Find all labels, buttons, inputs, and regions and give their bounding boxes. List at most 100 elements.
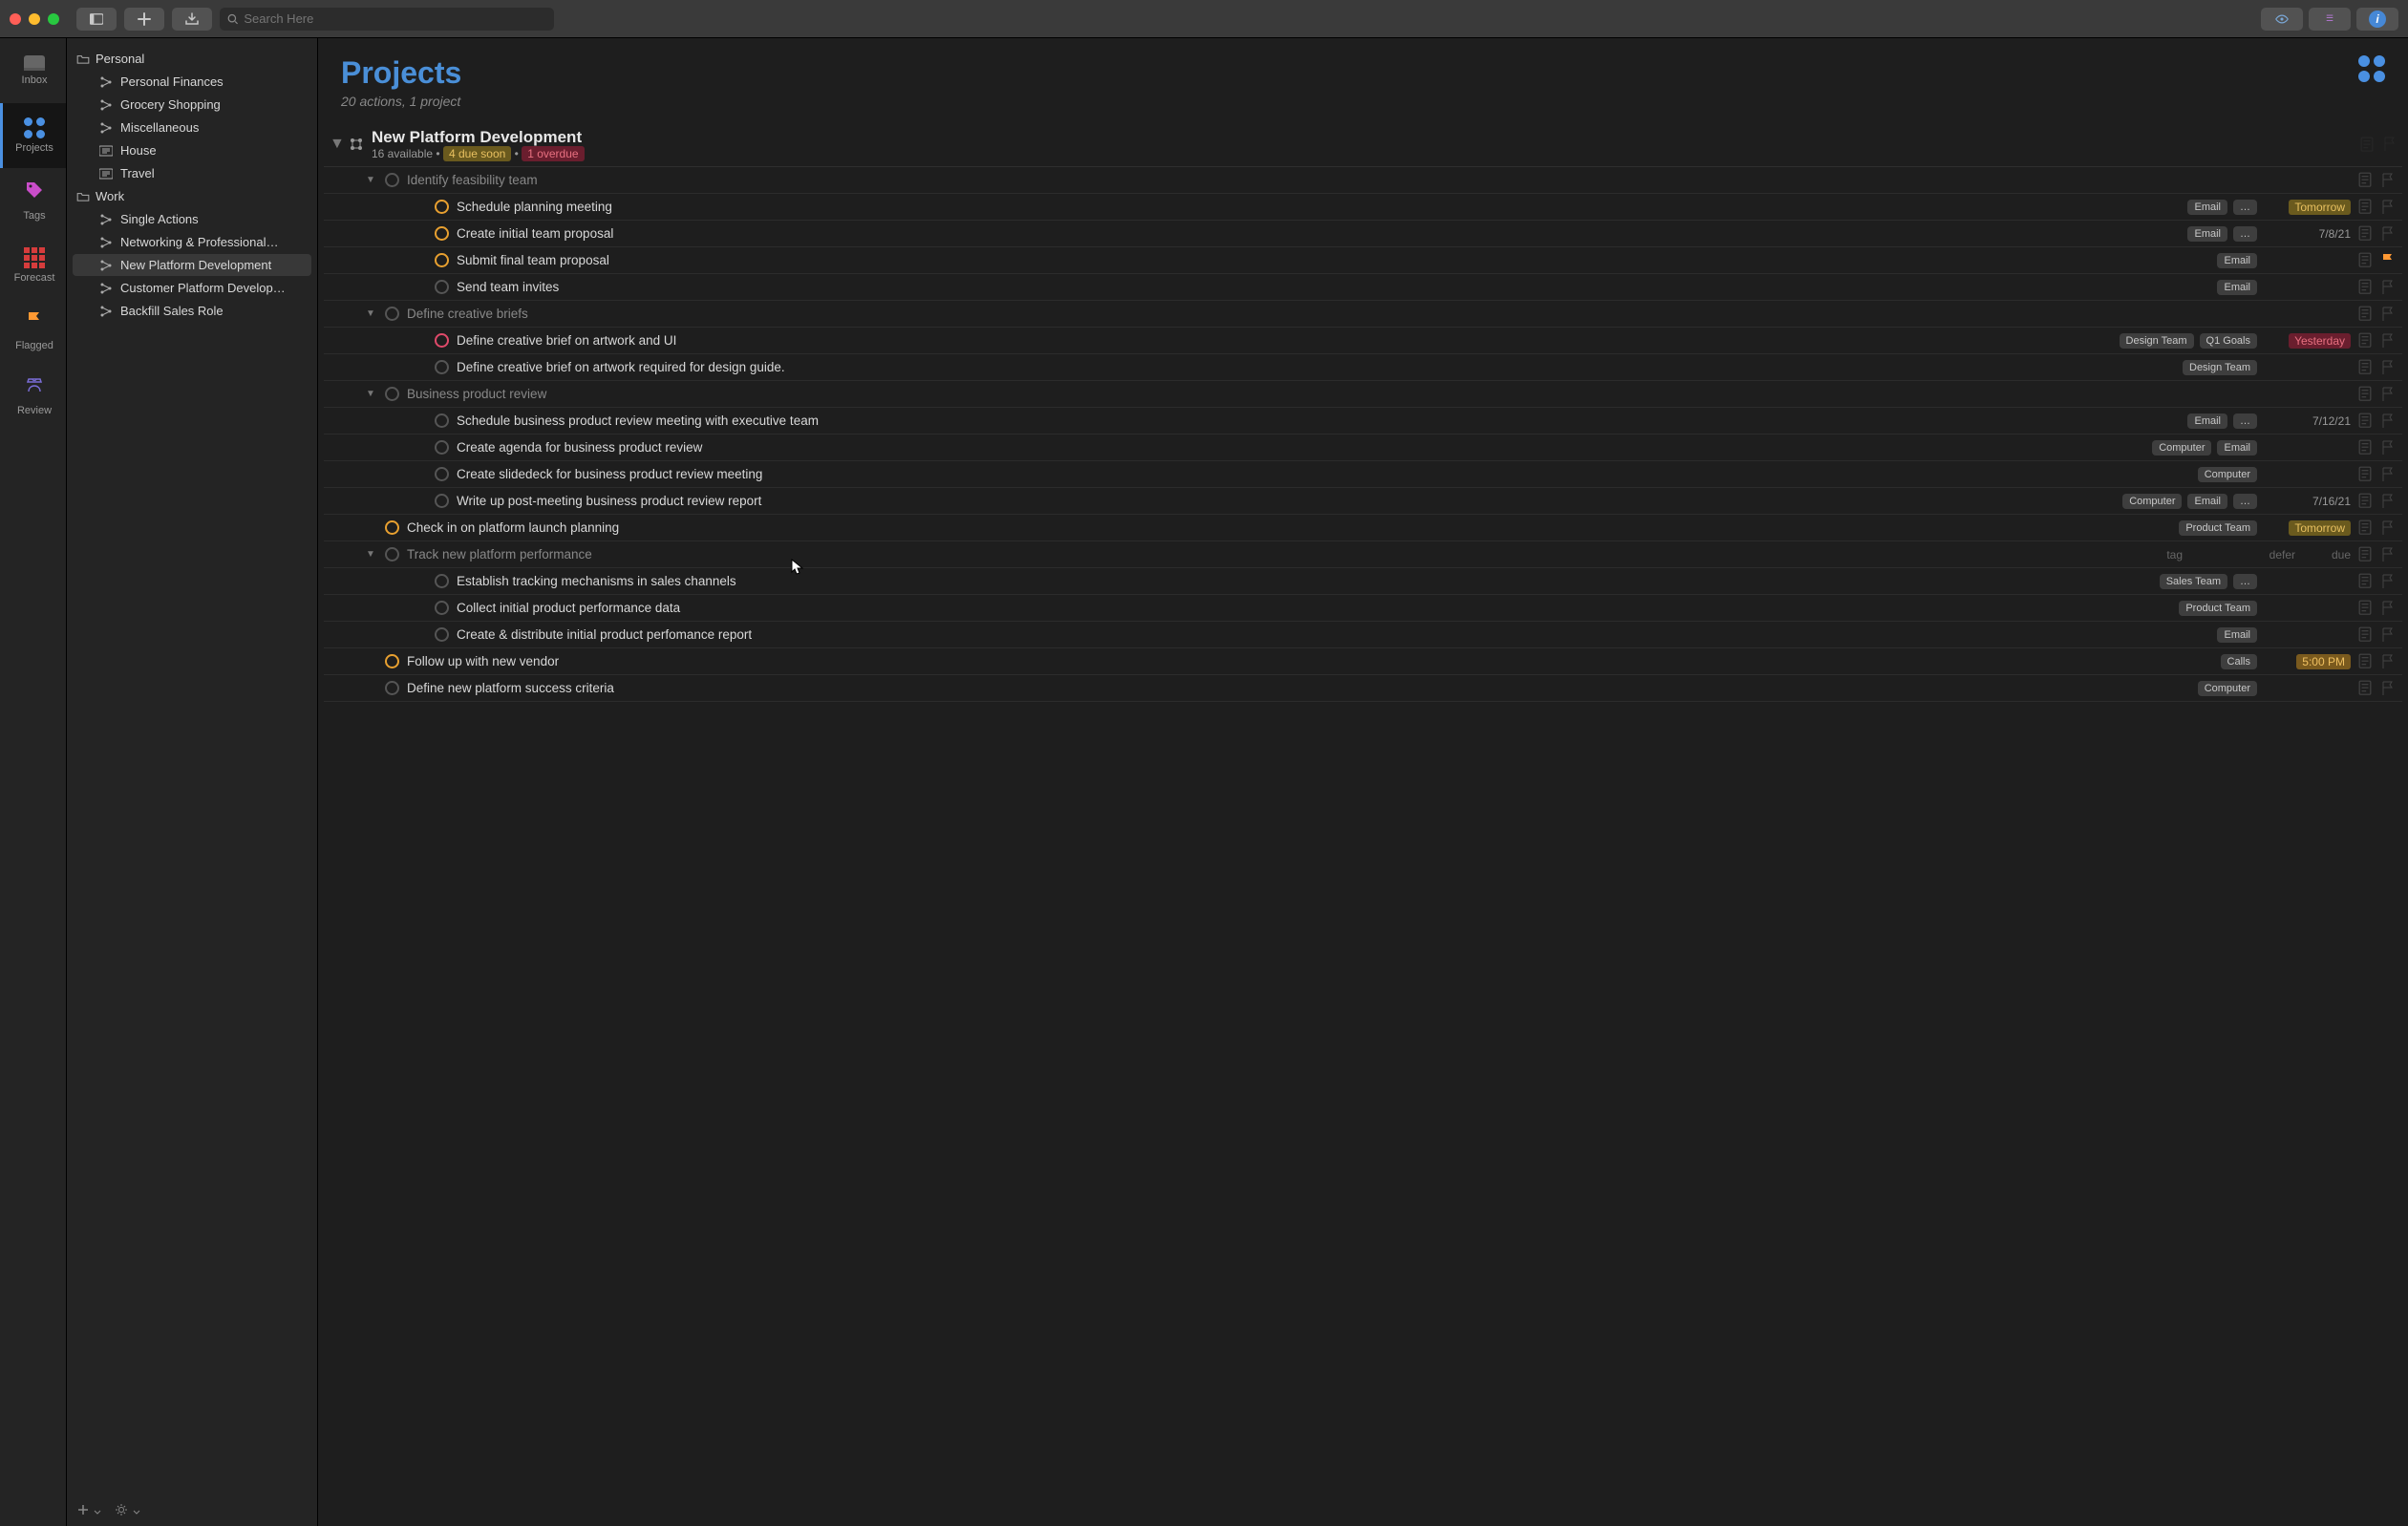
task-status-circle[interactable] [385, 654, 399, 668]
task-row[interactable]: ▼Submit final team proposalEmail [324, 247, 2402, 274]
task-row[interactable]: ▼Create slidedeck for business product r… [324, 461, 2402, 488]
zoom-window-button[interactable] [48, 13, 59, 25]
toggle-sidebar-button[interactable] [76, 8, 117, 31]
note-icon[interactable] [2358, 466, 2372, 481]
note-icon[interactable] [2358, 359, 2372, 374]
task-status-circle[interactable] [385, 520, 399, 535]
flag-button[interactable] [2379, 440, 2397, 456]
note-icon[interactable] [2358, 332, 2372, 348]
tag-pill[interactable]: Email [2217, 440, 2257, 456]
tag-pill[interactable]: Email [2217, 253, 2257, 268]
tag-pill[interactable]: Product Team [2179, 601, 2257, 616]
sidebar-settings-button[interactable] [115, 1503, 139, 1521]
task-row[interactable]: ▼Send team invitesEmail [324, 274, 2402, 301]
flag-button[interactable] [2379, 520, 2397, 536]
due-placeholder[interactable]: due [2303, 548, 2351, 562]
sidebar-item[interactable]: Travel [73, 162, 311, 184]
task-row[interactable]: ▼Define creative brief on artwork and UI… [324, 328, 2402, 354]
task-status-circle[interactable] [385, 547, 399, 562]
task-row[interactable]: ▼Establish tracking mechanisms in sales … [324, 568, 2402, 595]
tag-pill[interactable]: … [2233, 413, 2257, 429]
tag-pill[interactable]: Q1 Goals [2200, 333, 2257, 349]
disclosure-triangle[interactable]: ▼ [366, 175, 377, 185]
sidebar-item[interactable]: Customer Platform Develop… [73, 277, 311, 299]
tag-pill[interactable]: Email [2187, 226, 2227, 242]
sidebar-item[interactable]: New Platform Development [73, 254, 311, 276]
flag-button[interactable] [2379, 333, 2397, 349]
task-status-circle[interactable] [435, 360, 449, 374]
tag-pill[interactable]: … [2233, 226, 2257, 242]
task-row[interactable]: ▼Create & distribute initial product per… [324, 622, 2402, 648]
note-icon[interactable] [2358, 600, 2372, 615]
flag-button[interactable] [2379, 413, 2397, 429]
search-input[interactable] [244, 11, 546, 26]
perspective-tags[interactable]: Tags [0, 168, 66, 233]
disclosure-triangle[interactable]: ▼ [330, 136, 341, 153]
disclosure-triangle[interactable]: ▼ [366, 389, 377, 399]
disclosure-triangle[interactable]: ▼ [366, 549, 377, 560]
sidebar-item[interactable]: Miscellaneous [73, 117, 311, 138]
task-row[interactable]: ▼Follow up with new vendorCalls5:00 PM [324, 648, 2402, 675]
sidebar-item[interactable]: Backfill Sales Role [73, 300, 311, 322]
task-row[interactable]: ▼Schedule planning meetingEmail…Tomorrow [324, 194, 2402, 221]
task-status-circle[interactable] [435, 413, 449, 428]
flag-button[interactable] [2379, 494, 2397, 509]
note-icon[interactable] [2358, 199, 2372, 214]
flag-button[interactable] [2379, 601, 2397, 616]
task-status-circle[interactable] [435, 494, 449, 508]
task-row[interactable]: ▼Check in on platform launch planningPro… [324, 515, 2402, 541]
tag-pill[interactable]: Sales Team [2160, 574, 2227, 589]
sidebar-item[interactable]: Personal Finances [73, 71, 311, 93]
task-row[interactable]: ▼Create agenda for business product revi… [324, 434, 2402, 461]
flag-button[interactable] [2379, 307, 2397, 322]
flag-button[interactable] [2379, 280, 2397, 295]
task-group-row[interactable]: ▼Identify feasibility team [324, 167, 2402, 194]
tag-pill[interactable]: Email [2187, 413, 2227, 429]
tag-pill[interactable]: Computer [2198, 467, 2257, 482]
tag-pill[interactable]: Computer [2122, 494, 2182, 509]
flag-button[interactable] [2379, 360, 2397, 375]
close-window-button[interactable] [10, 13, 21, 25]
tag-pill[interactable]: Computer [2152, 440, 2211, 456]
task-status-circle[interactable] [435, 627, 449, 642]
tag-placeholder[interactable]: tag [2116, 548, 2183, 562]
folder-work[interactable]: Work [67, 185, 317, 207]
note-icon[interactable] [2358, 306, 2372, 321]
task-group-row[interactable]: ▼Business product review [324, 381, 2402, 408]
focus-button[interactable] [2261, 8, 2303, 31]
task-group-row[interactable]: ▼Track new platform performancetagdeferd… [324, 541, 2402, 568]
tag-pill[interactable]: Computer [2198, 681, 2257, 696]
note-icon[interactable] [2358, 626, 2372, 642]
note-icon[interactable] [2358, 279, 2372, 294]
sidebar-item[interactable]: Grocery Shopping [73, 94, 311, 116]
inspector-button[interactable]: i [2356, 8, 2398, 31]
add-project-button[interactable] [76, 1503, 101, 1521]
task-status-circle[interactable] [435, 253, 449, 267]
project-header-row[interactable]: ▼ New Platform Development 16 available … [324, 122, 2402, 167]
flag-icon[interactable] [2383, 137, 2397, 152]
flag-button[interactable] [2379, 574, 2397, 589]
add-button[interactable] [124, 8, 164, 31]
search-field[interactable] [220, 8, 554, 31]
task-status-circle[interactable] [435, 226, 449, 241]
flag-button[interactable] [2379, 387, 2397, 402]
tag-pill[interactable]: Email [2217, 627, 2257, 643]
tag-pill[interactable]: Design Team [2120, 333, 2194, 349]
sidebar-item[interactable]: Single Actions [73, 208, 311, 230]
tag-pill[interactable]: … [2233, 494, 2257, 509]
task-status-circle[interactable] [435, 574, 449, 588]
note-icon[interactable] [2358, 439, 2372, 455]
flag-button[interactable] [2379, 200, 2397, 215]
note-icon[interactable] [2358, 519, 2372, 535]
note-icon[interactable] [2358, 386, 2372, 401]
note-icon[interactable] [2358, 546, 2372, 562]
quick-entry-button[interactable] [172, 8, 212, 31]
tag-pill[interactable]: … [2233, 200, 2257, 215]
task-status-circle[interactable] [435, 601, 449, 615]
perspective-review[interactable]: Review [0, 363, 66, 428]
defer-placeholder[interactable]: defer [2190, 548, 2295, 562]
task-row[interactable]: ▼Define creative brief on artwork requir… [324, 354, 2402, 381]
task-status-circle[interactable] [385, 307, 399, 321]
tag-pill[interactable]: Email [2187, 200, 2227, 215]
view-options-button[interactable]: ☰ [2309, 8, 2351, 31]
